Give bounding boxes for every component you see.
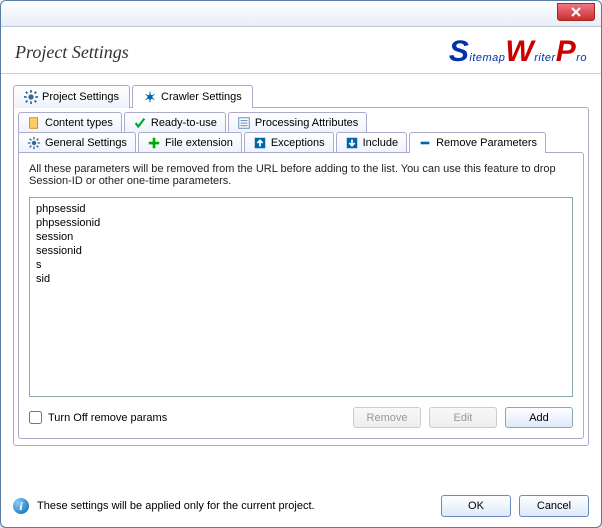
list-item[interactable]: phpsessionid bbox=[36, 216, 566, 230]
sub-tabstrip-row2: General Settings File extension Exceptio… bbox=[18, 132, 584, 153]
add-button[interactable]: Add bbox=[505, 407, 573, 428]
turn-off-label: Turn Off remove params bbox=[48, 412, 167, 424]
subtab-label: General Settings bbox=[45, 137, 127, 149]
list-icon bbox=[237, 116, 251, 130]
footer-buttons: OK Cancel bbox=[441, 495, 589, 517]
titlebar bbox=[1, 1, 601, 27]
subtab-include[interactable]: Include bbox=[336, 132, 407, 153]
subtab-content-types[interactable]: Content types bbox=[18, 112, 122, 133]
tab-crawler-settings[interactable]: Crawler Settings bbox=[132, 85, 253, 108]
tab-label: Project Settings bbox=[42, 91, 119, 103]
check-icon bbox=[133, 116, 147, 130]
list-item[interactable]: sid bbox=[36, 272, 566, 286]
tab-content: Content types Ready-to-use Processing At… bbox=[13, 107, 589, 446]
arrow-down-icon bbox=[345, 136, 359, 150]
subtab-exceptions[interactable]: Exceptions bbox=[244, 132, 334, 153]
footer-info-text: These settings will be applied only for … bbox=[37, 500, 315, 512]
main-tabstrip: Project Settings Crawler Settings bbox=[13, 84, 589, 107]
info-icon: i bbox=[13, 498, 29, 514]
list-item[interactable]: s bbox=[36, 258, 566, 272]
turn-off-checkbox[interactable] bbox=[29, 411, 42, 424]
sub-tabstrip-row1: Content types Ready-to-use Processing At… bbox=[18, 112, 584, 133]
ok-button[interactable]: OK bbox=[441, 495, 511, 517]
gear-icon bbox=[27, 136, 41, 150]
tab-label: Crawler Settings bbox=[161, 91, 242, 103]
gear-icon bbox=[24, 90, 38, 104]
subtab-general-settings[interactable]: General Settings bbox=[18, 132, 136, 153]
subtab-label: Ready-to-use bbox=[151, 117, 217, 129]
footer-info-wrap: i These settings will be applied only fo… bbox=[13, 498, 315, 514]
dialog-body: Project Settings Crawler Settings Conten… bbox=[1, 74, 601, 456]
panel-button-group: Remove Edit Add bbox=[353, 407, 573, 428]
app-logo: SitemapWriterPro bbox=[449, 35, 587, 69]
remove-parameters-panel: All these parameters will be removed fro… bbox=[18, 152, 584, 439]
panel-bottom-row: Turn Off remove params Remove Edit Add bbox=[29, 407, 573, 428]
subtab-processing-attributes[interactable]: Processing Attributes bbox=[228, 112, 367, 133]
subtab-remove-parameters[interactable]: Remove Parameters bbox=[409, 132, 546, 153]
list-item[interactable]: phpsessid bbox=[36, 202, 566, 216]
cancel-button[interactable]: Cancel bbox=[519, 495, 589, 517]
spider-icon bbox=[143, 90, 157, 104]
dialog-footer: i These settings will be applied only fo… bbox=[13, 495, 589, 517]
edit-button[interactable]: Edit bbox=[429, 407, 497, 428]
parameters-listbox[interactable]: phpsessid phpsessionid session sessionid… bbox=[29, 197, 573, 397]
dialog-header: Project Settings SitemapWriterPro bbox=[1, 27, 601, 74]
document-icon bbox=[27, 116, 41, 130]
list-item[interactable]: session bbox=[36, 230, 566, 244]
subtab-ready-to-use[interactable]: Ready-to-use bbox=[124, 112, 226, 133]
project-settings-dialog: Project Settings SitemapWriterPro Projec… bbox=[0, 0, 602, 528]
list-item[interactable]: sessionid bbox=[36, 244, 566, 258]
subtab-label: Processing Attributes bbox=[255, 117, 358, 129]
remove-button[interactable]: Remove bbox=[353, 407, 421, 428]
close-button[interactable] bbox=[557, 3, 595, 21]
arrow-up-icon bbox=[253, 136, 267, 150]
subtab-label: Exceptions bbox=[271, 137, 325, 149]
dialog-title: Project Settings bbox=[15, 42, 129, 63]
subtab-label: Content types bbox=[45, 117, 113, 129]
subtab-label: Include bbox=[363, 137, 398, 149]
subtab-file-extension[interactable]: File extension bbox=[138, 132, 242, 153]
subtab-label: File extension bbox=[165, 137, 233, 149]
turn-off-checkbox-wrap[interactable]: Turn Off remove params bbox=[29, 411, 167, 424]
subtab-label: Remove Parameters bbox=[436, 137, 537, 149]
minus-icon bbox=[418, 136, 432, 150]
plus-icon bbox=[147, 136, 161, 150]
tab-project-settings[interactable]: Project Settings bbox=[13, 85, 130, 108]
panel-description: All these parameters will be removed fro… bbox=[29, 163, 573, 187]
close-icon bbox=[571, 7, 581, 17]
